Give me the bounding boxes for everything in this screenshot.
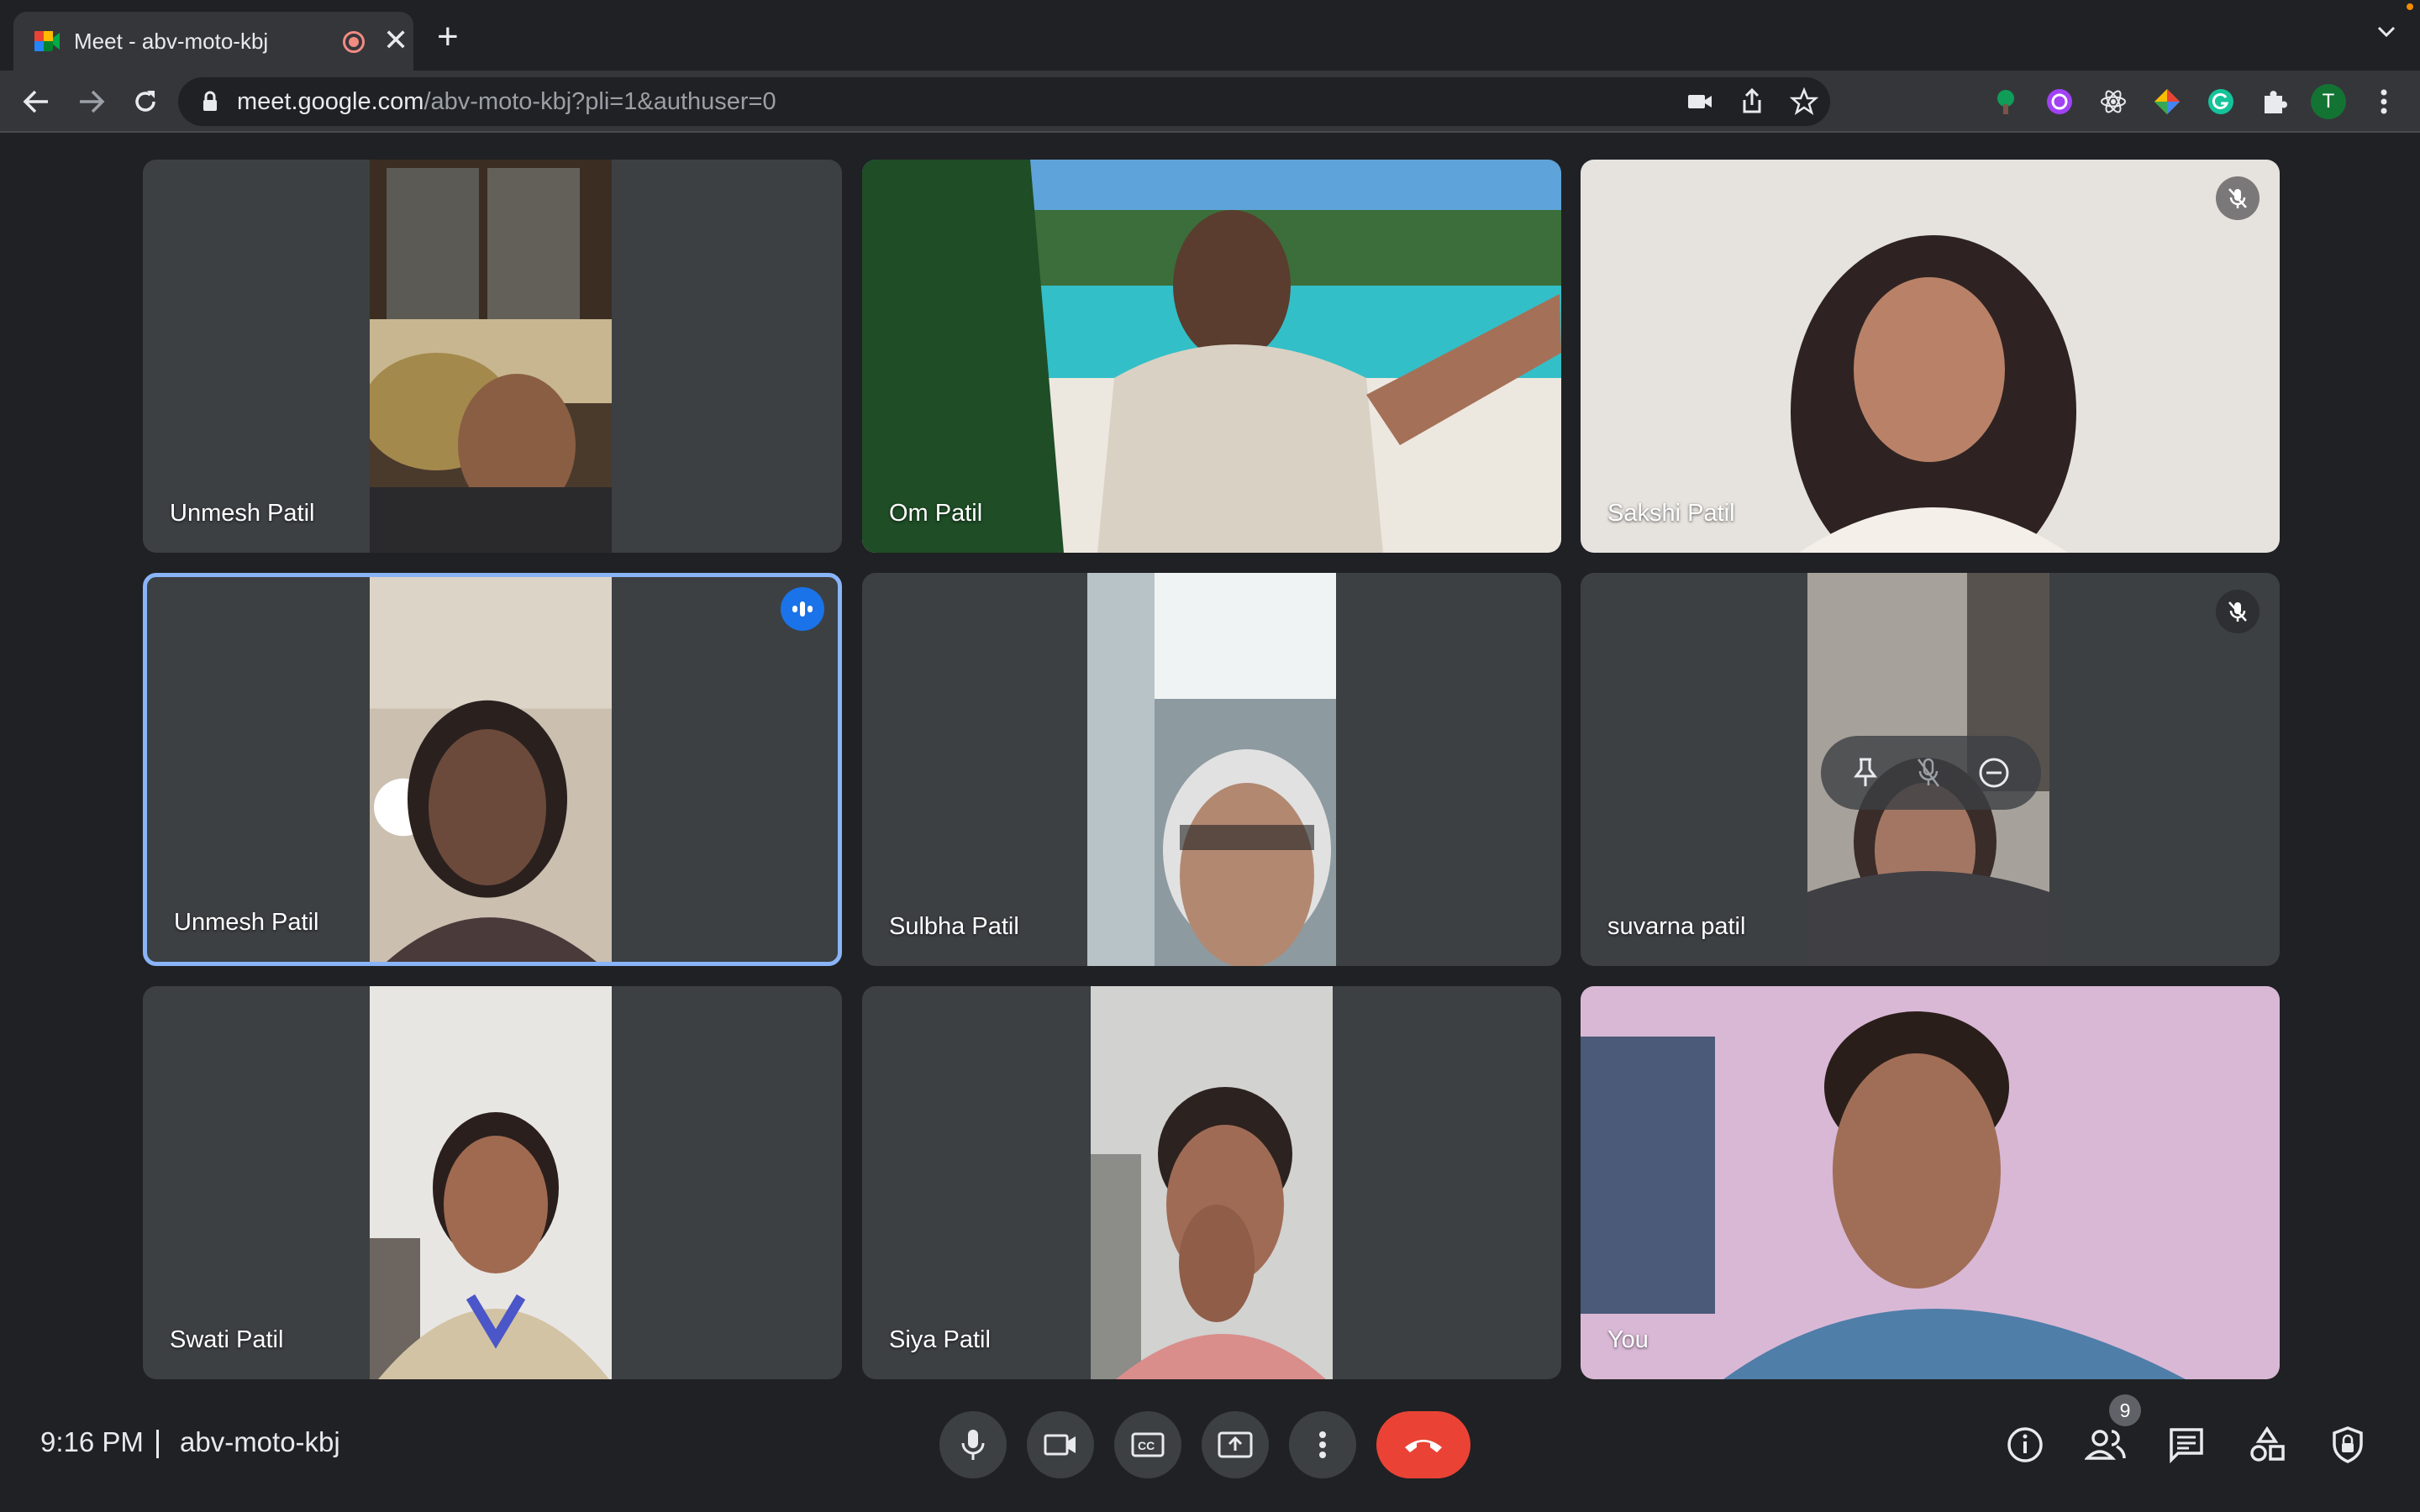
- tab-title: Meet - abv-moto-kbj: [74, 29, 269, 54]
- mic-off-icon: [2216, 590, 2260, 633]
- extension-react-icon[interactable]: [2097, 86, 2129, 118]
- participant-count-badge: 9: [2109, 1394, 2141, 1426]
- info-icon: [2007, 1427, 2043, 1462]
- present-icon: [1218, 1431, 1253, 1458]
- more-options-button[interactable]: [1289, 1411, 1356, 1478]
- tab-close-icon[interactable]: ✕: [383, 22, 408, 59]
- url-text[interactable]: meet.google.com/abv-moto-kbj?pli=1&authu…: [237, 88, 776, 116]
- reload-button[interactable]: [126, 82, 165, 121]
- mute-icon[interactable]: [1914, 756, 1943, 790]
- participant-name: Unmesh Patil: [170, 500, 315, 527]
- participant-name: Sakshi Patil: [1607, 500, 1735, 527]
- people-icon: [2085, 1430, 2126, 1460]
- google-meet-favicon-icon: [34, 31, 60, 51]
- lock-icon[interactable]: [202, 91, 218, 113]
- tile-hover-actions: [1821, 736, 2041, 810]
- activities-button[interactable]: [2242, 1420, 2292, 1470]
- host-controls-button[interactable]: [2323, 1420, 2373, 1470]
- update-dot-icon: [2407, 3, 2413, 10]
- mic-off-icon: [2216, 176, 2260, 220]
- participant-video: [370, 160, 612, 553]
- participant-name: Siya Patil: [889, 1326, 991, 1353]
- browser-toolbar: meet.google.com/abv-moto-kbj?pli=1&authu…: [0, 71, 2420, 133]
- browser-tab[interactable]: Meet - abv-moto-kbj ✕: [13, 12, 413, 71]
- extension-grammarly-icon[interactable]: [2205, 86, 2237, 118]
- participant-tile[interactable]: Sulbha Patil: [862, 573, 1561, 966]
- extension-color-icon[interactable]: [2151, 86, 2183, 118]
- participant-video: [370, 577, 612, 962]
- chat-icon: [2170, 1428, 2203, 1463]
- camera-in-use-icon[interactable]: [1686, 87, 1714, 116]
- profile-avatar[interactable]: T: [2311, 84, 2346, 119]
- browser-menu-icon[interactable]: [2368, 86, 2400, 118]
- extensions-puzzle-icon[interactable]: [2259, 86, 2291, 118]
- camera-button[interactable]: [1027, 1411, 1094, 1478]
- participant-tile[interactable]: Sakshi Patil: [1581, 160, 2280, 553]
- tab-search-chevron-icon[interactable]: [2376, 25, 2396, 39]
- share-icon[interactable]: [1738, 87, 1766, 116]
- participant-name: Om Patil: [889, 500, 983, 527]
- bookmark-star-icon[interactable]: [1790, 87, 1818, 116]
- more-options-icon: [1319, 1431, 1326, 1458]
- participant-video: [862, 160, 1561, 553]
- browser-tab-strip: Meet - abv-moto-kbj ✕ +: [0, 0, 2420, 71]
- meeting-code: abv-moto-kbj: [180, 1426, 340, 1457]
- address-bar[interactable]: meet.google.com/abv-moto-kbj?pli=1&authu…: [178, 77, 1830, 126]
- speaking-indicator-icon: [781, 587, 824, 631]
- new-tab-button[interactable]: +: [437, 18, 459, 55]
- remove-icon[interactable]: [1977, 756, 2011, 790]
- hangup-icon: [1405, 1440, 1442, 1452]
- meeting-details-button[interactable]: [2000, 1420, 2050, 1470]
- participant-video: [370, 986, 612, 1379]
- reload-icon: [135, 91, 155, 112]
- microphone-icon: [961, 1430, 985, 1460]
- microphone-button[interactable]: [939, 1411, 1007, 1478]
- participant-video: [1581, 160, 2280, 553]
- forward-button[interactable]: [72, 82, 111, 121]
- participant-tile-active-speaker[interactable]: Unmesh Patil: [143, 573, 842, 966]
- people-button[interactable]: [2081, 1420, 2131, 1470]
- captions-button[interactable]: CC: [1114, 1411, 1181, 1478]
- extension-purple-icon[interactable]: [2044, 86, 2075, 118]
- participant-tile[interactable]: Swati Patil: [143, 986, 842, 1379]
- captions-icon: CC: [1131, 1432, 1165, 1457]
- participant-name: Swati Patil: [170, 1326, 284, 1353]
- participant-name: suvarna patil: [1607, 913, 1746, 940]
- camera-icon: [1044, 1434, 1076, 1456]
- pin-icon[interactable]: [1851, 756, 1880, 790]
- participant-tile[interactable]: Siya Patil: [862, 986, 1561, 1379]
- back-arrow-icon: [23, 90, 48, 113]
- participant-video: [1581, 986, 2280, 1379]
- forward-arrow-icon: [80, 90, 105, 113]
- participant-tile-self[interactable]: You: [1581, 986, 2280, 1379]
- url-path: /abv-moto-kbj?pli=1&authuser=0: [424, 88, 776, 115]
- chat-button[interactable]: [2161, 1420, 2212, 1470]
- extension-tree-icon[interactable]: [1990, 86, 2022, 118]
- host-controls-icon: [2333, 1426, 2363, 1463]
- participant-video: [1087, 573, 1336, 966]
- participant-tile[interactable]: Unmesh Patil: [143, 160, 842, 553]
- present-button[interactable]: [1202, 1411, 1269, 1478]
- participant-video: [1091, 986, 1333, 1379]
- participant-name: Sulbha Patil: [889, 913, 1019, 940]
- participant-tile[interactable]: Om Patil: [862, 160, 1561, 553]
- url-host: meet.google.com: [237, 88, 424, 115]
- recording-indicator-icon: [343, 31, 365, 53]
- participant-name: You: [1607, 1326, 1649, 1353]
- leave-call-button[interactable]: [1376, 1411, 1470, 1478]
- participant-name: Unmesh Patil: [174, 909, 319, 936]
- back-button[interactable]: [17, 82, 55, 121]
- participant-tile[interactable]: suvarna patil: [1581, 573, 2280, 966]
- meeting-time: 9:16 PM: [40, 1426, 144, 1457]
- svg-text:CC: CC: [1138, 1439, 1155, 1452]
- activities-icon: [2250, 1426, 2285, 1462]
- divider: [156, 1430, 159, 1458]
